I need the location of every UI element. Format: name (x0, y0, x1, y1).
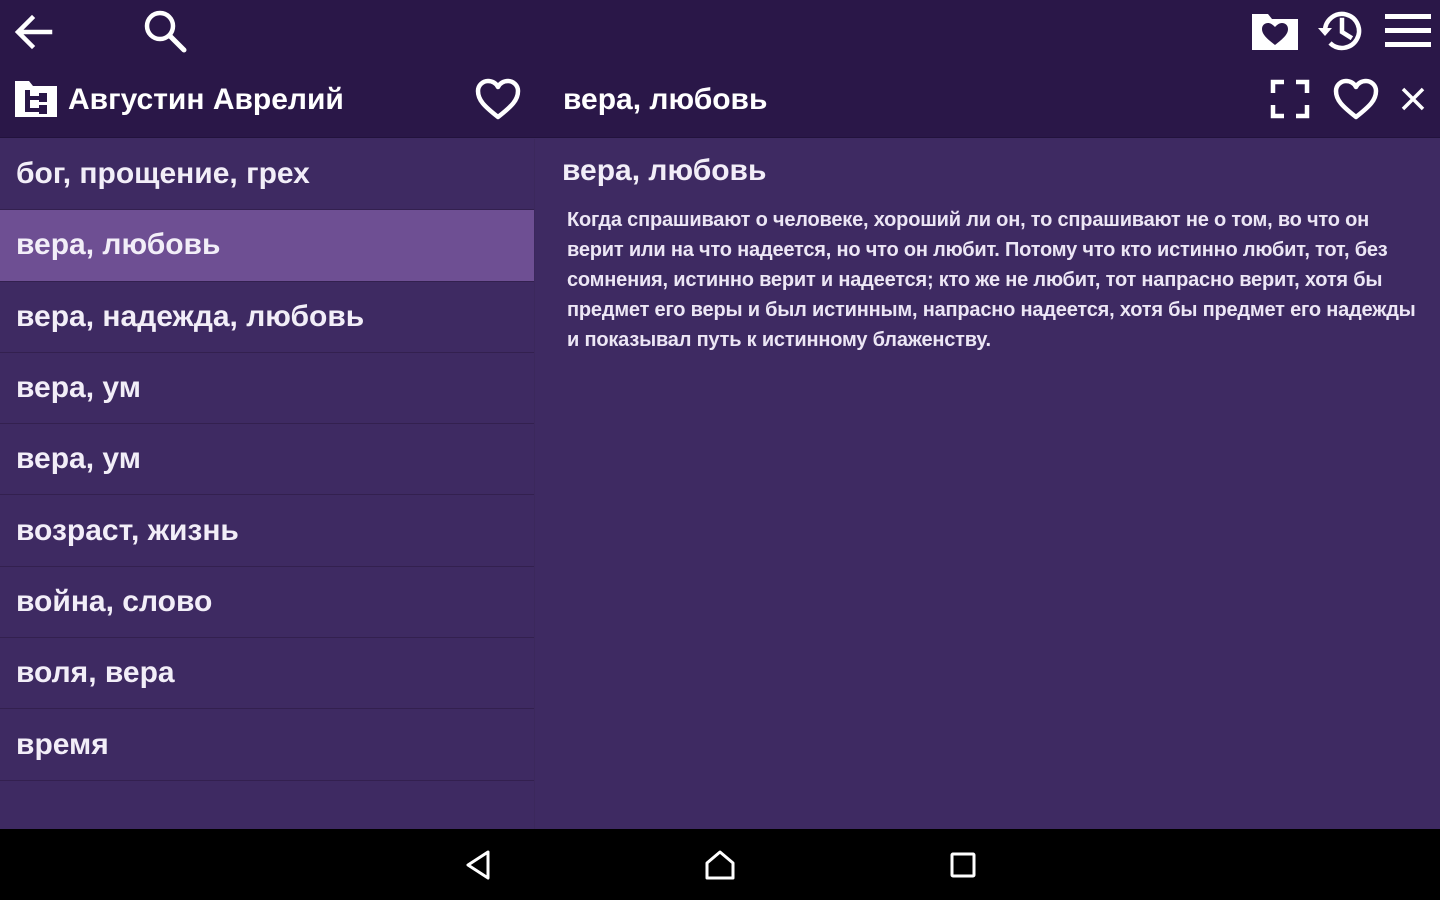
search-button[interactable] (138, 4, 192, 58)
search-icon (144, 10, 187, 53)
home-icon (705, 850, 735, 880)
arrow-left-icon (14, 14, 53, 50)
quote-text: Когда спрашивают о человеке, хороший ли … (567, 209, 1416, 351)
fullscreen-button[interactable] (1264, 74, 1316, 124)
topic-item-label: вера, ум (16, 442, 141, 476)
topic-item[interactable]: вера, ум (0, 424, 534, 496)
triangle-back-icon (466, 850, 490, 880)
author-favorite-button[interactable] (470, 72, 526, 126)
topic-item[interactable]: воля, вера (0, 638, 534, 710)
system-navigation-bar (0, 829, 1440, 900)
quote-favorite-button[interactable] (1328, 72, 1384, 126)
topic-item-label: вера, надежда, любовь (16, 299, 365, 333)
author-tree-icon (12, 78, 60, 120)
topic-item[interactable]: бог, прощение, грех (0, 139, 534, 211)
app-toolbar: Августин Аврелий вера, любовь (0, 0, 1440, 138)
topic-item-label: вера, любовь (16, 228, 221, 262)
topic-item[interactable]: вера, ум (0, 353, 534, 425)
topic-item[interactable]: вера, надежда, любовь (0, 282, 534, 353)
nav-home-button[interactable] (694, 839, 746, 891)
topic-item-label: время (16, 727, 109, 761)
topic-item-label: воля, вера (16, 656, 175, 690)
close-icon (1401, 87, 1425, 111)
fullscreen-icon (1270, 79, 1310, 119)
hamburger-menu-icon (1385, 14, 1431, 47)
recents-square-icon (950, 852, 976, 878)
topic-item[interactable]: время (0, 709, 534, 781)
history-button[interactable] (1314, 4, 1368, 58)
topic-item[interactable]: война, слово (0, 567, 534, 639)
author-name: Августин Аврелий (68, 83, 344, 116)
folder-heart-icon (1252, 14, 1298, 50)
topic-item-label: возраст, жизнь (16, 513, 239, 547)
quote-heading: вера, любовь (562, 154, 767, 187)
nav-back-button[interactable] (452, 839, 504, 891)
menu-button[interactable] (1380, 6, 1436, 56)
history-icon (1318, 11, 1362, 51)
topic-item[interactable]: вера, любовь (0, 210, 534, 282)
heart-outline-icon (475, 78, 521, 120)
topic-item-label: война, слово (16, 584, 213, 618)
quote-title: вера, любовь (563, 83, 768, 116)
back-button[interactable] (8, 6, 60, 58)
favorites-folder-button[interactable] (1248, 6, 1302, 56)
nav-recents-button[interactable] (937, 839, 989, 891)
topic-item[interactable]: возраст, жизнь (0, 495, 534, 567)
topic-list: бог, прощение, грех вера, любовь вера, над… (0, 139, 534, 829)
close-button[interactable] (1390, 76, 1436, 122)
topic-item-label: вера, ум (16, 371, 141, 405)
topic-item-label: бог, прощение, грех (16, 157, 310, 191)
heart-outline-icon (1333, 78, 1379, 120)
pane-divider (534, 139, 535, 829)
quote-detail: вера, любовь Когда спрашивают о человеке… (562, 139, 1428, 829)
